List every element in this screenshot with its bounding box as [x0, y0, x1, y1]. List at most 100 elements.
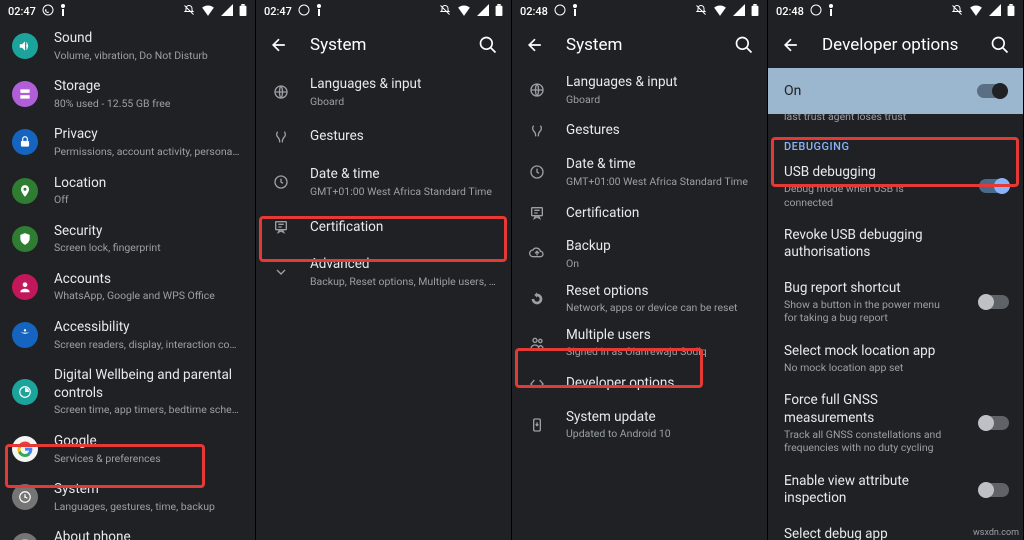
signal-icon	[989, 4, 1001, 19]
wifi-icon	[201, 4, 215, 19]
row-title: About phone	[54, 529, 241, 540]
notification-icon	[572, 4, 578, 19]
clock-text: 02:47	[264, 5, 292, 18]
settings-row-google[interactable]: Google Services & preferences	[0, 425, 255, 473]
system-row-users[interactable]: Multiple users Signed in as Olanrewaju S…	[512, 321, 767, 365]
master-toggle-switch[interactable]	[977, 84, 1007, 98]
clock-text: 02:47	[8, 5, 36, 18]
chevron-icon	[268, 259, 294, 285]
dev-row-usb-debugging[interactable]: USB debuggingDebug mode when USB is conn…	[768, 155, 1023, 218]
system-row-chevron[interactable]: Advanced Backup, Reset options, Multiple…	[256, 248, 511, 296]
system-row-clock[interactable]: Date & time GMT+01:00 West Africa Standa…	[256, 158, 511, 206]
gestures-icon	[268, 124, 294, 150]
system-row-clock[interactable]: Date & time GMT+01:00 West Africa Standa…	[512, 150, 767, 194]
row-title: Gestures	[566, 122, 753, 140]
settings-row-storage[interactable]: Storage 80% used - 12.55 GB free	[0, 70, 255, 118]
row-title: Accessibility	[54, 319, 241, 337]
system-row-globe[interactable]: Languages & input Gboard	[256, 68, 511, 116]
system-row-gestures[interactable]: Gestures	[512, 112, 767, 150]
row-title: Multiple users	[566, 327, 753, 345]
clock-icon	[524, 159, 550, 185]
notification-icon	[316, 4, 322, 19]
update-icon	[524, 412, 550, 438]
clock-icon	[268, 169, 294, 195]
privacy-icon	[12, 129, 38, 155]
row-subtitle: Services & preferences	[54, 452, 241, 466]
search-button[interactable]	[477, 34, 499, 56]
row-subtitle: GMT+01:00 West Africa Standard Time	[566, 175, 753, 189]
vibrate-icon	[439, 4, 451, 19]
row-title: Privacy	[54, 126, 241, 144]
settings-row-wellbeing[interactable]: Digital Wellbeing and parental controls …	[0, 359, 255, 425]
toggle-switch[interactable]	[979, 179, 1009, 193]
signal-icon	[221, 4, 233, 19]
settings-row-system[interactable]: System Languages, gestures, time, backup	[0, 473, 255, 521]
row-title: Certification	[566, 205, 753, 223]
toggle-switch[interactable]	[979, 295, 1009, 309]
settings-main-panel: 02:47 Sound Volume, vibration, Do Not Di…	[0, 0, 256, 540]
system-row-cert[interactable]: Certification	[256, 206, 511, 248]
row-subtitle: Screen lock, fingerprint	[54, 241, 241, 255]
row-title: Date & time	[310, 166, 497, 184]
system-row-dev[interactable]: Developer options	[512, 365, 767, 403]
row-subtitle: Gboard	[310, 95, 497, 109]
dev-row-bug-report-shortcut[interactable]: Bug report shortcutShow a button in the …	[768, 271, 1023, 334]
signal-icon	[733, 4, 745, 19]
row-subtitle: WhatsApp, Google and WPS Office	[54, 289, 241, 303]
dev-row-enable-view-attribute-inspection[interactable]: Enable view attribute inspection	[768, 464, 1023, 517]
row-title: Force full GNSS measurements	[784, 392, 955, 427]
row-subtitle: Screen time, app timers, bedtime schedul…	[54, 403, 241, 417]
search-button[interactable]	[989, 34, 1011, 56]
accounts-icon	[12, 274, 38, 300]
signal-icon	[477, 4, 489, 19]
row-title: System	[54, 481, 241, 499]
settings-row-accessibility[interactable]: Accessibility Screen readers, display, i…	[0, 311, 255, 359]
globe-icon	[268, 79, 294, 105]
row-title: Languages & input	[310, 76, 497, 94]
vibrate-icon	[183, 4, 195, 19]
system-row-reset[interactable]: Reset options Network, apps or device ca…	[512, 277, 767, 321]
system-row-cert[interactable]: Certification	[512, 194, 767, 232]
battery-icon	[1007, 4, 1015, 19]
settings-row-security[interactable]: Security Screen lock, fingerprint	[0, 215, 255, 263]
settings-row-privacy[interactable]: Privacy Permissions, account activity, p…	[0, 118, 255, 166]
toggle-switch[interactable]	[979, 483, 1009, 497]
toggle-switch[interactable]	[979, 416, 1009, 430]
settings-row-accounts[interactable]: Accounts WhatsApp, Google and WPS Office	[0, 263, 255, 311]
system-row-gestures[interactable]: Gestures	[256, 116, 511, 158]
row-subtitle: Debug mode when USB is connected	[784, 182, 955, 208]
vibrate-icon	[951, 4, 963, 19]
system-row-backup[interactable]: Backup On	[512, 232, 767, 276]
sound-icon	[12, 33, 38, 59]
row-title: Security	[54, 223, 241, 241]
back-button[interactable]	[780, 34, 802, 56]
cert-icon	[268, 214, 294, 240]
status-bar: 02:47	[256, 0, 511, 22]
dev-row-select-mock-location-app[interactable]: Select mock location appNo mock location…	[768, 334, 1023, 384]
dev-row-force-full-gnss-measurements[interactable]: Force full GNSS measurementsTrack all GN…	[768, 383, 1023, 463]
system-row-update[interactable]: System update Updated to Android 10	[512, 403, 767, 447]
row-title: Digital Wellbeing and parental controls	[54, 367, 241, 402]
search-button[interactable]	[733, 34, 755, 56]
row-title: Backup	[566, 238, 753, 256]
settings-row-location[interactable]: Location Off	[0, 167, 255, 215]
settings-row-sound[interactable]: Sound Volume, vibration, Do Not Disturb	[0, 22, 255, 70]
app-bar: System	[512, 22, 767, 68]
notification-icon	[60, 4, 66, 19]
system-expanded-panel: 02:48 System Languages & input Gboard Ge…	[512, 0, 768, 540]
wifi-icon	[713, 4, 727, 19]
back-button[interactable]	[268, 34, 290, 56]
app-bar: System	[256, 22, 511, 68]
dev-row-revoke-usb-debugging-authorisations[interactable]: Revoke USB debugging authorisations	[768, 218, 1023, 271]
app-bar: Developer options	[768, 22, 1023, 68]
users-icon	[524, 330, 550, 356]
battery-icon	[495, 4, 503, 19]
row-subtitle: Gboard	[566, 93, 753, 107]
back-button[interactable]	[524, 34, 546, 56]
row-subtitle: 80% used - 12.55 GB free	[54, 97, 241, 111]
trust-agent-row: last trust agent loses trust	[768, 101, 1023, 132]
google-icon	[12, 436, 38, 462]
settings-row-about[interactable]: About phone Nokia 6.1 Plus	[0, 521, 255, 540]
system-row-globe[interactable]: Languages & input Gboard	[512, 68, 767, 112]
security-icon	[12, 226, 38, 252]
